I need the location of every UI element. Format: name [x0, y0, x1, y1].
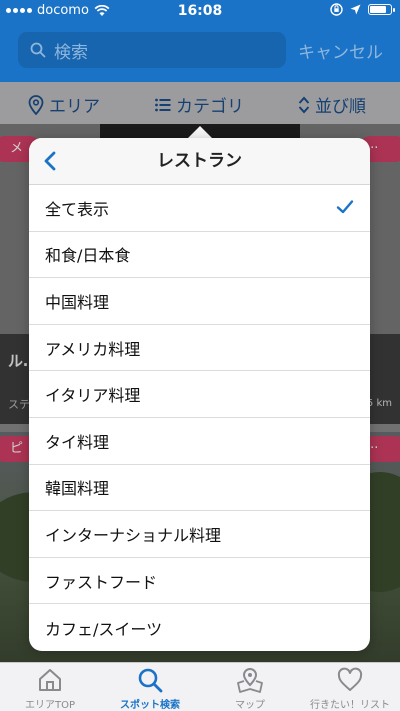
category-item[interactable]: 全て表示 — [29, 185, 370, 232]
category-list: 全て表示 和食/日本食 中国料理 アメリカ料理 イタリア料理 タイ料理 韓国料理… — [29, 185, 370, 651]
back-icon[interactable] — [37, 147, 65, 175]
category-item[interactable]: 和食/日本食 — [29, 232, 370, 279]
category-item[interactable]: 韓国料理 — [29, 465, 370, 512]
category-item[interactable]: ファストフード — [29, 558, 370, 605]
category-popover: レストラン 全て表示 和食/日本食 中国料理 アメリカ料理 イタリア料理 タイ料… — [29, 138, 370, 651]
category-item[interactable]: 中国料理 — [29, 278, 370, 325]
tab-spot-search[interactable]: スポット検索 — [100, 663, 200, 711]
popover-header: レストラン — [29, 138, 370, 185]
home-icon — [39, 669, 61, 691]
tab-label: エリアTOP — [24, 700, 75, 711]
tab-map[interactable]: マップ — [200, 663, 300, 711]
location-arrow-icon — [350, 4, 361, 15]
category-item[interactable]: アメリカ料理 — [29, 325, 370, 372]
tab-label: スポット検索 — [120, 700, 180, 711]
search-input[interactable]: 検索 — [18, 32, 286, 68]
popover-title: レストラン — [157, 151, 242, 171]
top-bar: docomo 16:08 検索 キャンセル — [0, 0, 400, 82]
search-icon — [30, 42, 46, 58]
category-item[interactable]: イタリア料理 — [29, 371, 370, 418]
heart-icon — [337, 667, 363, 691]
category-item[interactable]: インターナショナル料理 — [29, 511, 370, 558]
cancel-button[interactable]: キャンセル — [298, 38, 383, 63]
tab-label: 行きたい！リスト — [310, 700, 390, 711]
tab-wishlist[interactable]: 行きたい！リスト — [300, 663, 400, 711]
tab-label: マップ — [235, 700, 265, 711]
category-item[interactable]: カフェ/スイーツ — [29, 604, 370, 651]
status-bar: docomo 16:08 — [0, 0, 400, 22]
orientation-lock-icon — [330, 3, 343, 16]
map-icon — [237, 667, 263, 693]
checkmark-icon — [336, 200, 354, 214]
battery-icon — [368, 4, 395, 15]
category-item[interactable]: タイ料理 — [29, 418, 370, 465]
search-placeholder: 検索 — [54, 42, 88, 63]
search-icon — [138, 668, 163, 693]
tab-bar: エリアTOP スポット検索 マップ 行きたい！リスト — [0, 662, 400, 711]
tab-area-top[interactable]: エリアTOP — [0, 663, 100, 711]
